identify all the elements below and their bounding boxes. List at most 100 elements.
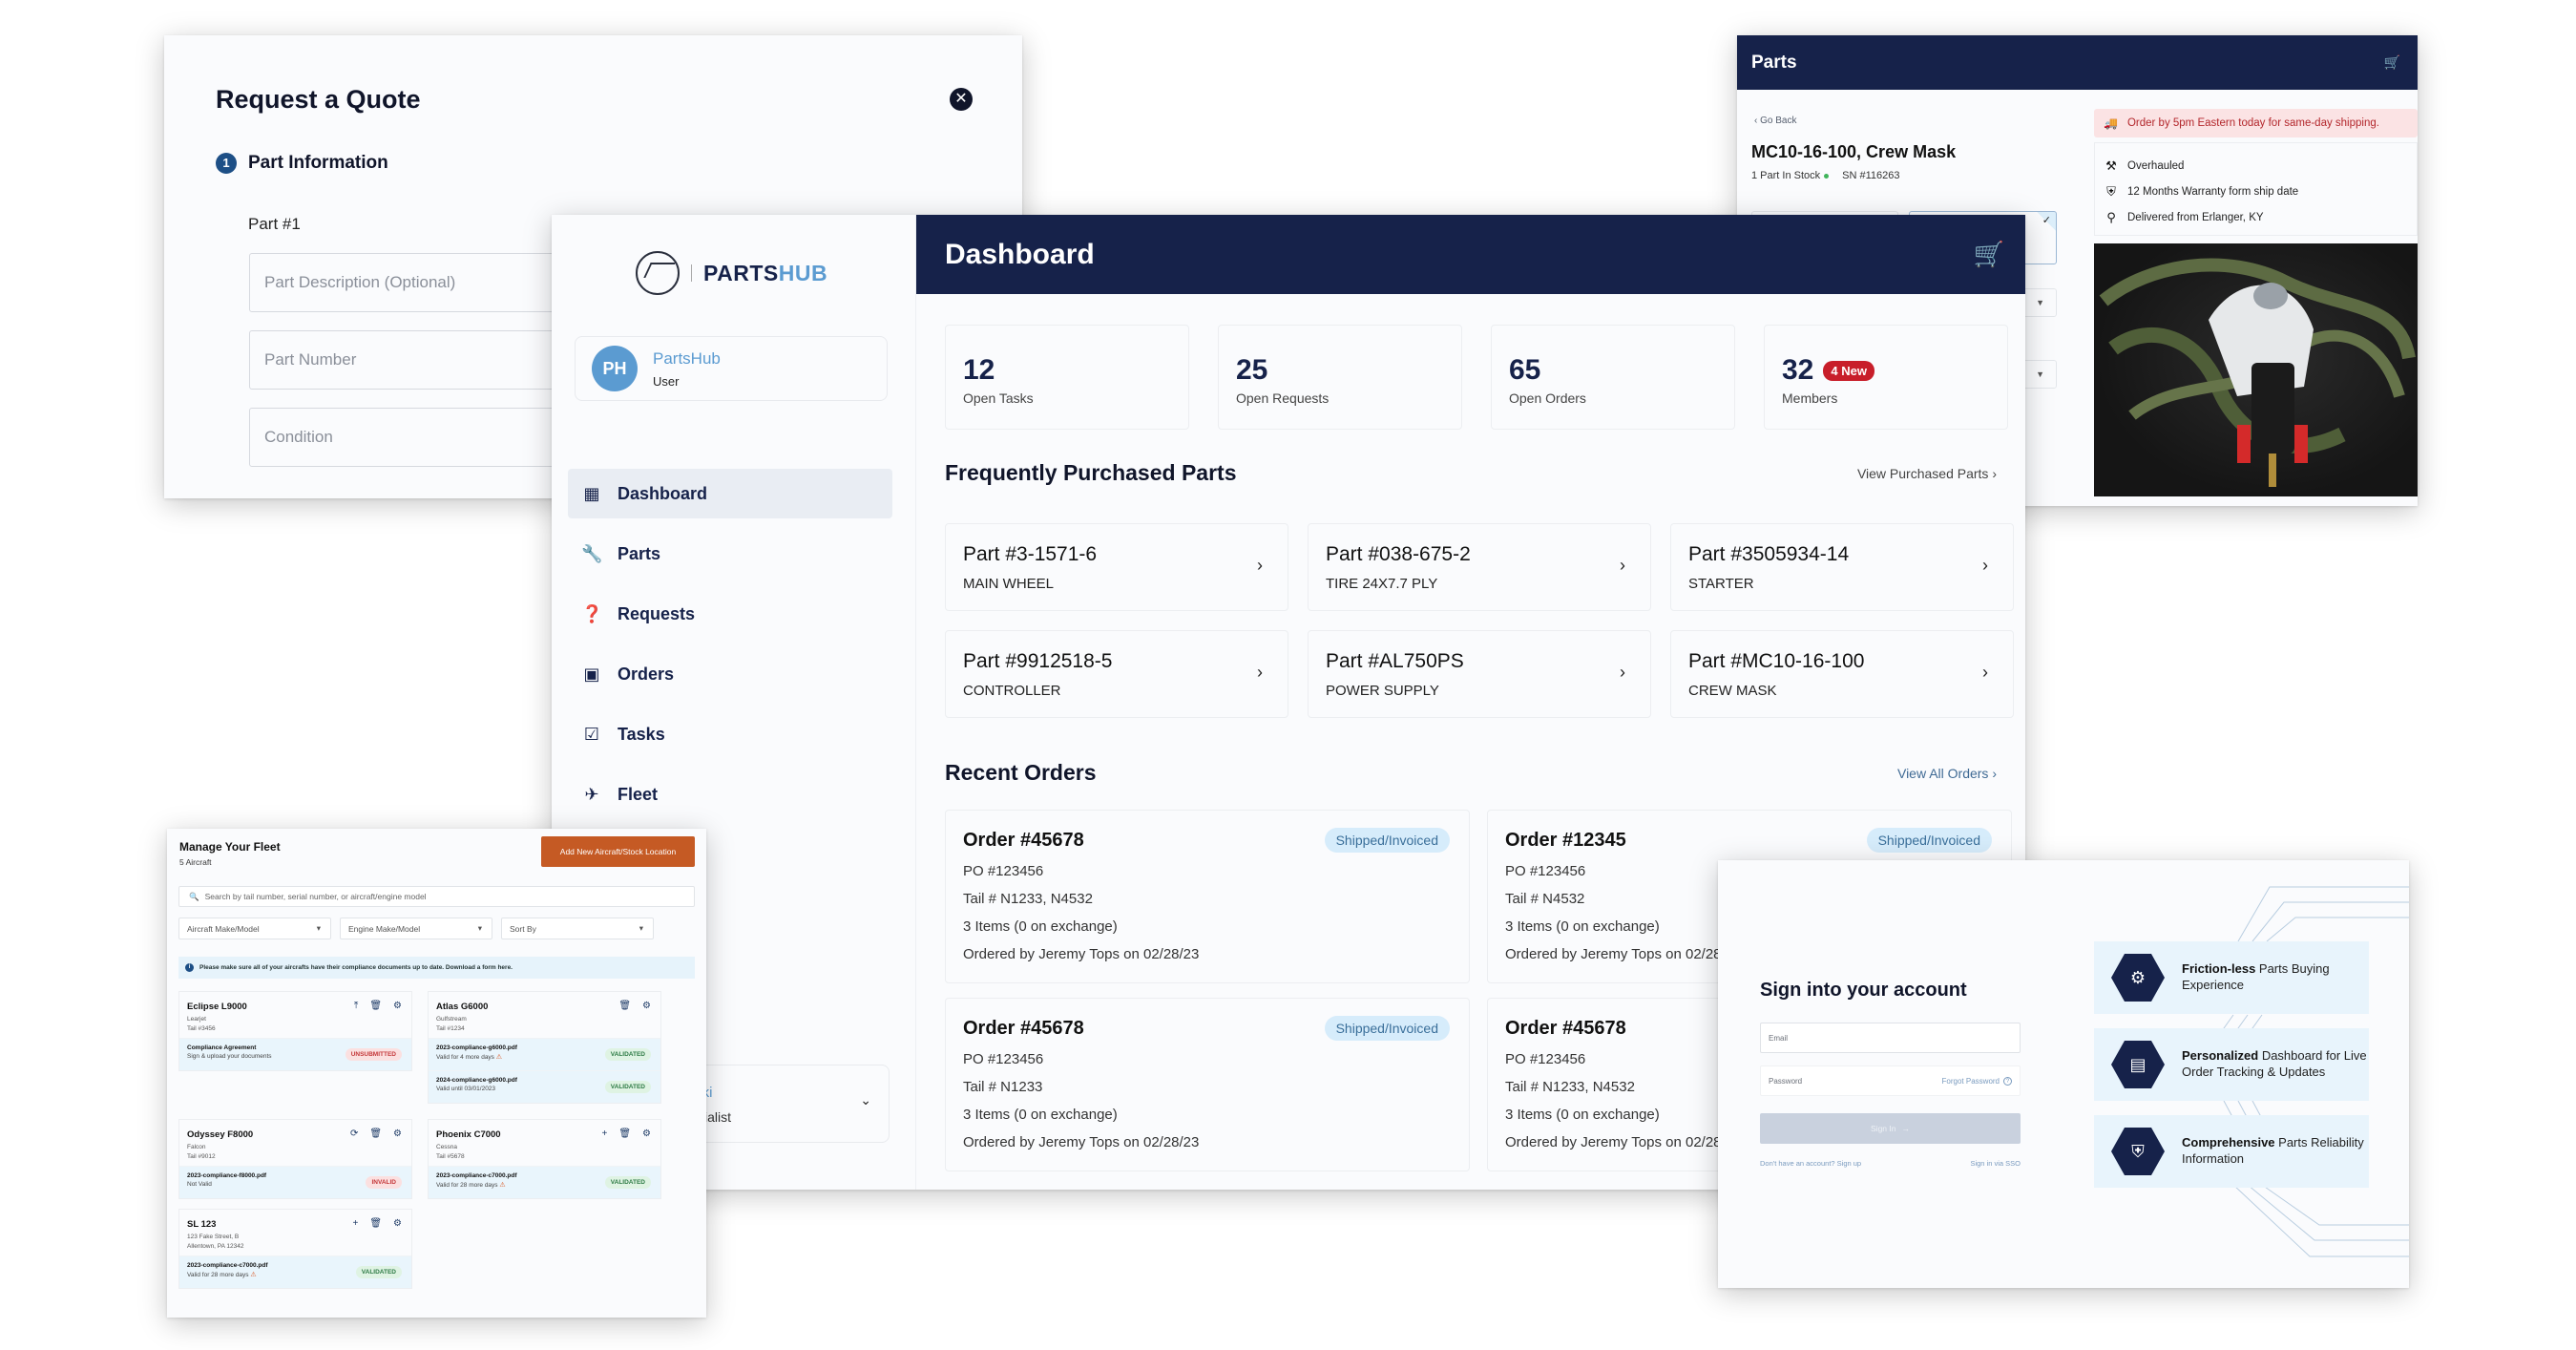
settings-icon[interactable]: ⚙	[393, 1218, 402, 1229]
compliance-notice: i Please make sure all of your aircrafts …	[178, 957, 695, 979]
aircraft-make: Falcon	[187, 1144, 206, 1150]
in-stock-dot-icon	[1824, 173, 1830, 179]
order-by: Ordered by Jeremy Tops on 02/28/23	[963, 946, 1200, 962]
stat-open-tasks[interactable]: 12 Open Tasks	[945, 325, 1189, 430]
caret-down-icon: ▾	[316, 923, 321, 933]
feature-bold: Friction-less	[2182, 961, 2256, 977]
wrench-icon: 🔧	[581, 543, 603, 563]
stat-label: Open Tasks	[963, 390, 1034, 406]
sign-in-button[interactable]: Sign In →	[1760, 1113, 2021, 1144]
user-role: User	[653, 373, 680, 389]
delete-icon[interactable]: 🗑	[369, 1129, 382, 1139]
sidebar-item-orders[interactable]: ▣ Orders	[568, 649, 892, 699]
settings-icon[interactable]: ⚙	[393, 1001, 402, 1011]
stat-value: 32	[1782, 354, 1814, 386]
compliance-doc[interactable]: 2024-compliance-g6000.pdf Valid until 03…	[429, 1070, 660, 1103]
search-placeholder: Search by tail number, serial number, or…	[204, 892, 427, 901]
order-card[interactable]: Order #45678Shipped/InvoicedPO #123456Ta…	[945, 810, 1470, 983]
partshub-logo: PARTSHUB	[636, 251, 827, 295]
doc-sub: Valid for 28 more days	[436, 1182, 498, 1189]
cart-icon[interactable]: 🛒	[2384, 54, 2400, 71]
add-icon[interactable]: +	[601, 1129, 607, 1139]
stat-open-requests[interactable]: 25 Open Requests	[1218, 325, 1462, 430]
feature-row: ⛨ 12 Months Warranty form ship date	[2105, 179, 2407, 204]
upload-icon[interactable]: ⤒	[354, 1001, 358, 1011]
sidebar-item-parts[interactable]: 🔧 Parts	[568, 529, 892, 579]
user-card[interactable]: PH PartsHub User	[575, 336, 888, 401]
close-icon[interactable]: ✕	[950, 88, 973, 111]
part-card[interactable]: Part #AL750PS POWER SUPPLY ›	[1308, 630, 1651, 718]
gear-cycle-icon: ⚙	[2111, 954, 2165, 1002]
section-title: Frequently Purchased Parts	[945, 460, 1237, 485]
settings-icon[interactable]: ⚙	[642, 1001, 651, 1011]
step-number: 1	[216, 153, 237, 174]
aircraft-tail: Tail #3456	[187, 1025, 216, 1032]
compliance-badge: VALIDATED	[604, 1176, 651, 1189]
compliance-doc[interactable]: Compliance Agreement Sign & upload your …	[179, 1038, 411, 1070]
doc-sub: Not Valid	[187, 1181, 212, 1188]
stat-value: 65	[1509, 354, 1541, 386]
go-back-link[interactable]: ‹ Go Back	[1754, 116, 1796, 126]
part-card[interactable]: Part #038-675-2 TIRE 24X7.7 PLY ›	[1308, 523, 1651, 611]
sidebar-item-tasks[interactable]: ☑ Tasks	[568, 709, 892, 759]
delete-icon[interactable]: 🗑	[369, 1218, 382, 1229]
aircraft-actions: + 🗑 ⚙	[352, 1218, 402, 1229]
delete-icon[interactable]: 🗑	[618, 1129, 631, 1139]
aircraft-tail: Tail #1234	[436, 1025, 465, 1032]
order-items: 3 Items (0 on exchange)	[963, 918, 1118, 935]
password-input[interactable]: Password Forgot Password?	[1760, 1065, 2021, 1096]
sidebar-item-fleet[interactable]: ✈ Fleet	[568, 770, 892, 819]
part-card[interactable]: Part #3-1571-6 MAIN WHEEL ›	[945, 523, 1288, 611]
forgot-password-link[interactable]: Forgot Password?	[1942, 1076, 2012, 1086]
brand-main: PARTS	[703, 260, 779, 285]
part-features: ⚒ Overhauled ⛨ 12 Months Warranty form shi…	[2094, 142, 2418, 236]
view-all-orders-link[interactable]: View All Orders ›	[1897, 766, 1997, 781]
sign-up-link[interactable]: Don't have an account? Sign up	[1760, 1159, 1861, 1168]
delete-icon[interactable]: 🗑	[618, 1001, 631, 1011]
aircraft-card: Atlas G6000 Gulfstream Tail #1234 🗑 ⚙ 202…	[428, 991, 661, 1104]
add-aircraft-button[interactable]: Add New Aircraft/Stock Location	[541, 836, 695, 867]
part-number: Part #3-1571-6	[963, 543, 1098, 565]
compliance-doc[interactable]: 2023-compliance-c7000.pdf Valid for 28 m…	[429, 1166, 660, 1198]
compliance-doc[interactable]: 2023-compliance-f8000.pdf Not Valid INVA…	[179, 1166, 411, 1198]
chevron-down-icon[interactable]: ⌄	[860, 1092, 871, 1108]
email-input[interactable]: Email	[1760, 1023, 2021, 1053]
dashboard-header: Dashboard 🛒	[916, 215, 2025, 294]
frequent-parts-header: Frequently Purchased Parts View Purchase…	[945, 460, 1997, 486]
engine-make-select[interactable]: Engine Make/Model ▾	[340, 918, 492, 939]
logo-mark-icon	[636, 251, 680, 295]
sidebar-item-dashboard[interactable]: ▦ Dashboard	[568, 469, 892, 518]
sso-link[interactable]: Sign in via SSO	[1970, 1159, 2021, 1168]
stat-open-orders[interactable]: 65 Open Orders	[1491, 325, 1735, 430]
view-purchased-parts-link[interactable]: View Purchased Parts ›	[1857, 466, 1997, 481]
stat-members[interactable]: 32 4 New Members	[1764, 325, 2008, 430]
delete-icon[interactable]: 🗑	[369, 1001, 382, 1011]
fleet-search-input[interactable]: 🔍 Search by tail number, serial number, o…	[178, 886, 695, 907]
aircraft-make-select[interactable]: Aircraft Make/Model ▾	[178, 918, 331, 939]
compliance-doc[interactable]: 2023-compliance-c7000.pdf Valid for 28 m…	[179, 1255, 411, 1288]
link-label: View All Orders	[1896, 765, 1989, 781]
search-icon: 🔍	[189, 891, 199, 901]
notice-text: Please make sure all of your aircrafts h…	[199, 964, 513, 971]
stock-label: 1 Part In Stock	[1751, 170, 1821, 181]
warning-icon: ⚠	[250, 1272, 257, 1278]
map-pin-icon: ⚲	[2106, 209, 2116, 224]
cart-icon[interactable]: 🛒	[1974, 240, 2004, 269]
add-icon[interactable]: +	[352, 1218, 358, 1229]
aircraft-count: 5 Aircraft	[179, 857, 212, 867]
part-card[interactable]: Part #MC10-16-100 CREW MASK ›	[1670, 630, 2014, 718]
sync-icon[interactable]: ⟳	[350, 1129, 358, 1139]
status-badge: Shipped/Invoiced	[1866, 828, 1992, 853]
part-card[interactable]: Part #9912518-5 CONTROLLER ›	[945, 630, 1288, 718]
sort-by-select[interactable]: Sort By ▾	[501, 918, 654, 939]
settings-icon[interactable]: ⚙	[393, 1129, 402, 1139]
new-members-badge: 4 New	[1823, 360, 1874, 381]
part-card[interactable]: Part #3505934-14 STARTER ›	[1670, 523, 2014, 611]
settings-icon[interactable]: ⚙	[642, 1129, 651, 1139]
sidebar-item-requests[interactable]: ❓ Requests	[568, 589, 892, 639]
stock-info: 1 Part In Stock SN #116263	[1751, 170, 1900, 181]
serial-number: SN #116263	[1842, 170, 1900, 181]
compliance-doc[interactable]: 2023-compliance-g6000.pdf Valid for 4 mo…	[429, 1038, 660, 1070]
order-card[interactable]: Order #45678Shipped/InvoicedPO #123456Ta…	[945, 998, 1470, 1171]
doc-sub: Valid for 4 more days	[436, 1054, 494, 1061]
